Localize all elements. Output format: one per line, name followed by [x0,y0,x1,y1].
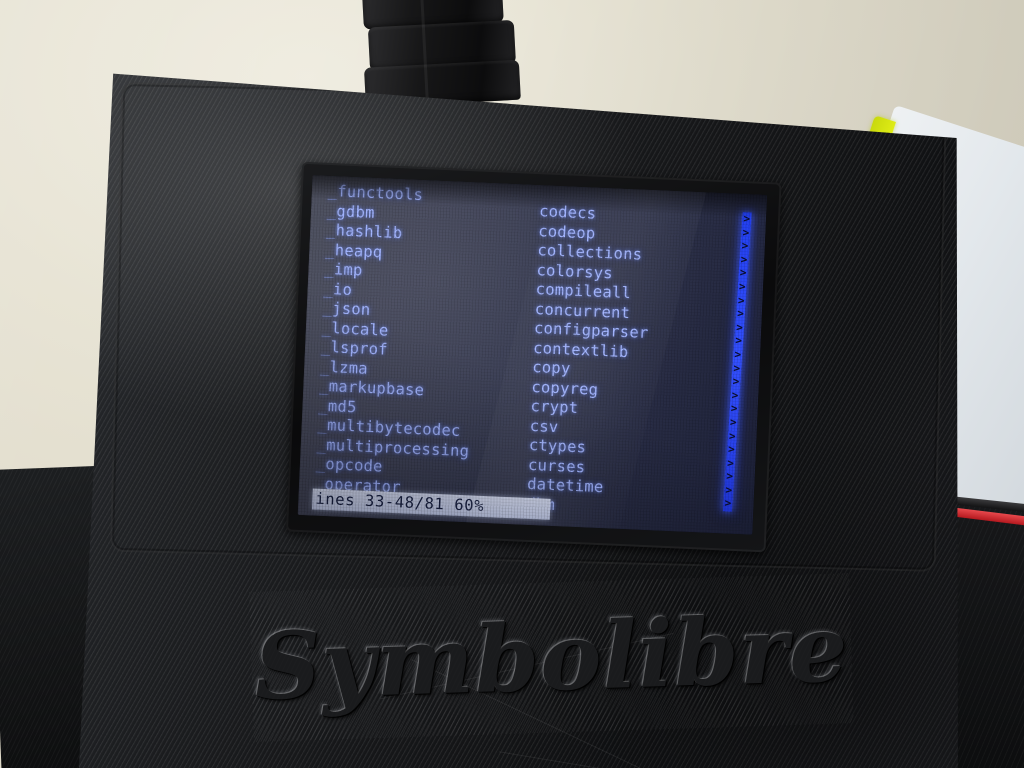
module-name: gdbm [336,201,376,222]
scrollbar-chevron-icon: > [739,266,747,280]
brand-logo: Symbolibre [249,573,853,742]
scrollbar-chevron-icon: > [724,496,732,511]
module-name: lzma [329,357,369,378]
scrollbar-chevron-icon: > [736,306,745,321]
module-name: crypt [530,396,579,418]
truncated-glyph: _ [326,201,337,220]
scrollbar-chevron-icon: > [740,252,748,267]
symbolibre-device: Symbolibre _functools _gdbm _hashlib _heapq… [78,51,976,768]
terminal-output: _functools _gdbm _hashlib _heapq _imp _io _jso… [298,181,767,535]
scrollbar-chevron-icon: > [730,401,738,416]
truncated-glyph: _ [322,298,333,318]
scrollbar-chevron-icon: > [729,415,738,429]
scrollbar-chevron-icon: > [726,456,735,470]
truncated-glyph: _ [323,279,334,298]
truncated-glyph: _ [320,337,331,357]
truncated-glyph: _ [327,181,338,201]
module-name: json [331,299,371,319]
photo-scene: Symbolibre _functools _gdbm _hashlib _heapq… [0,0,1024,768]
module-name: collections [537,241,643,264]
module-name: copy [531,357,571,378]
module-name: lsprof [330,338,389,359]
truncated-glyph: _ [324,240,336,259]
module-name: markupbase [328,377,425,400]
module-name: ctypes [528,435,587,457]
module-name: concurrent [534,299,631,322]
module-name: heapq [334,240,383,261]
module-name: opcode [325,455,384,476]
lcd-screen[interactable]: _functools _gdbm _hashlib _heapq _imp _io _jso… [297,175,768,535]
module-name: io [332,279,353,299]
scrollbar-chevron-icon: > [734,347,742,362]
scrollbar-chevron-icon: > [735,320,744,334]
module-name: csv [529,416,559,436]
brand-logo-text: Symbolibre [252,594,851,721]
module-list-column-left: _functools _gdbm _hashlib _heapq _imp _io _jso… [315,182,481,500]
module-list-column-right: codecs codeop collections colorsys compileal… [526,202,654,519]
module-name: copyreg [531,377,599,399]
scrollbar-chevron-icon: > [725,469,734,484]
screen-bezel: _functools _gdbm _hashlib _heapq _imp _io _jso… [285,161,782,553]
module-name: codecs [538,202,597,223]
truncated-glyph: _ [316,435,327,454]
scrollbar-chevron-icon: > [727,442,736,457]
truncated-glyph: _ [321,318,332,337]
scrollbar-chevron-icon: > [731,388,739,402]
truncated-glyph: _ [324,259,335,279]
scrollbar-chevron-icon: > [725,483,733,497]
scrollbar-chevron-icon: > [742,225,750,239]
module-name: contextlib [532,338,629,361]
truncated-glyph: _ [318,376,330,396]
scrollbar-chevron-icon: > [734,334,743,348]
module-name: compileall [535,280,632,303]
module-name: datetime [526,474,604,497]
module-name: imp [333,260,363,280]
scrollbar-chevron-icon: > [728,429,737,443]
scrollbar-chevron-icon: > [738,279,747,294]
module-name: locale [331,318,389,340]
scrollbar-chevron-icon: > [732,374,740,389]
scrollbar-chevron-icon: > [743,212,751,226]
module-name: colorsys [536,260,614,282]
truncated-glyph: _ [319,357,331,376]
scrollbar-chevron-icon: > [741,239,749,253]
truncated-glyph: _ [325,220,337,240]
module-name: codeop [537,221,596,243]
module-name: hashlib [335,221,403,243]
module-name: curses [527,455,586,476]
truncated-glyph: _ [317,415,328,435]
scrollbar-chevron-icon: > [733,361,741,375]
module-name: functools [336,182,424,205]
module-name: md5 [327,396,357,416]
truncated-glyph: _ [315,454,326,474]
scrollbar-chevron-icon: > [737,293,746,307]
truncated-glyph: _ [318,396,329,415]
